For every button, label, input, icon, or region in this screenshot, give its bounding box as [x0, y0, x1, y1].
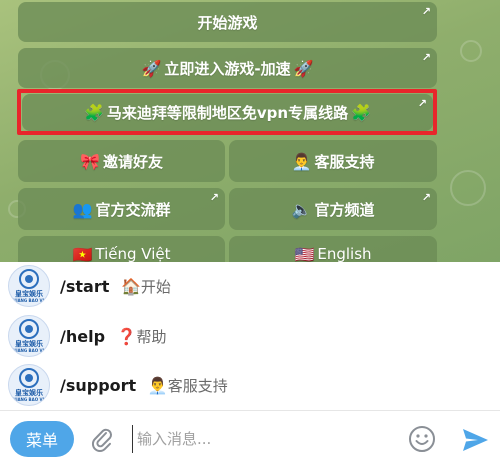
command-name: /help: [60, 326, 106, 346]
rocket-icon: 🚀: [293, 58, 314, 78]
command-text: /start 🏠开始: [60, 276, 171, 297]
command-text: /help ❓帮助: [60, 326, 167, 347]
message-input-bar: 菜单: [0, 410, 500, 468]
avatar-name: 皇宝娱乐: [15, 389, 43, 397]
send-icon[interactable]: [460, 425, 490, 455]
english-language-button[interactable]: 🇺🇸 English: [229, 236, 437, 262]
menu-button[interactable]: 菜单: [10, 421, 74, 457]
official-group-label: 官方交流群: [95, 200, 171, 219]
speaker-icon: 🔈: [291, 199, 312, 219]
enter-game-label: 立即进入游戏-加速: [164, 59, 291, 78]
command-item-support[interactable]: 皇宝娱乐 HUANG BAO VIP /support 👨‍💼客服支持: [0, 361, 500, 409]
people-icon: 👥: [72, 199, 93, 219]
external-link-icon: ↗: [421, 5, 431, 18]
background-doodle: [450, 170, 486, 206]
avatar-name: 皇宝娱乐: [15, 290, 43, 298]
command-description: 客服支持: [167, 376, 228, 395]
start-game-label: 开始游戏: [197, 13, 258, 32]
avatar: 皇宝娱乐 HUANG BAO VIP: [8, 364, 50, 406]
command-item-start[interactable]: 皇宝娱乐 HUANG BAO VIP /start 🏠开始: [0, 262, 500, 310]
english-label: English: [317, 245, 372, 262]
avatar: 皇宝娱乐 HUANG BAO VIP: [8, 265, 50, 307]
bot-logo-icon: [19, 368, 39, 388]
chat-background: 开始游戏 ↗ 🚀 立即进入游戏-加速 🚀 ↗ 🧩 马来迪拜等限制地区免vpn专属…: [0, 0, 500, 262]
enter-game-button[interactable]: 🚀 立即进入游戏-加速 🚀 ↗: [18, 48, 437, 88]
start-game-button[interactable]: 开始游戏 ↗: [18, 2, 437, 42]
attach-icon[interactable]: [88, 425, 116, 453]
bot-logo-icon: [19, 269, 39, 289]
command-description: 开始: [140, 277, 171, 296]
external-link-icon: ↗: [421, 51, 431, 64]
official-channel-label: 官方频道: [314, 200, 375, 219]
vietnamese-label: Tiếng Việt: [95, 245, 171, 262]
avatar-subtitle: HUANG BAO VIP: [10, 298, 48, 303]
external-link-icon: ↗: [209, 191, 219, 204]
avatar-subtitle: HUANG BAO VIP: [10, 348, 48, 353]
highlight-box: [17, 89, 437, 135]
bot-logo-icon: [19, 319, 39, 339]
customer-support-button[interactable]: 👨‍💼 客服支持: [229, 140, 437, 182]
vietnam-flag-icon: 🇻🇳: [72, 245, 93, 262]
official-channel-button[interactable]: 🔈 官方频道 ↗: [229, 188, 437, 230]
customer-support-label: 客服支持: [314, 152, 375, 171]
vietnamese-language-button[interactable]: 🇻🇳 Tiếng Việt: [18, 236, 225, 262]
rocket-icon: 🚀: [141, 58, 162, 78]
invite-friends-button[interactable]: 🎀 邀请好友: [18, 140, 225, 182]
ribbon-icon: 🎀: [80, 151, 100, 171]
question-mark-icon: ❓: [116, 326, 137, 346]
message-input[interactable]: [132, 425, 392, 453]
command-text: /support 👨‍💼客服支持: [60, 375, 228, 396]
background-doodle: [460, 40, 482, 62]
avatar-name: 皇宝娱乐: [15, 340, 43, 348]
command-item-help[interactable]: 皇宝娱乐 HUANG BAO VIP /help ❓帮助: [0, 312, 500, 360]
house-icon: 🏠: [120, 276, 141, 296]
command-description: 帮助: [136, 327, 167, 346]
bot-commands-panel: 皇宝娱乐 HUANG BAO VIP /start 🏠开始 皇宝娱乐 HUANG…: [0, 262, 500, 410]
support-agent-icon: 👨‍💼: [147, 375, 168, 395]
avatar: 皇宝娱乐 HUANG BAO VIP: [8, 315, 50, 357]
command-name: /start: [60, 276, 110, 296]
external-link-icon: ↗: [421, 191, 431, 204]
avatar-subtitle: HUANG BAO VIP: [10, 397, 48, 402]
usa-flag-icon: 🇺🇸: [294, 245, 315, 262]
support-agent-icon: 👨‍💼: [291, 151, 312, 171]
command-name: /support: [60, 375, 137, 395]
official-group-button[interactable]: 👥 官方交流群 ↗: [18, 188, 225, 230]
invite-friends-label: 邀请好友: [102, 152, 163, 171]
emoji-icon[interactable]: [408, 425, 436, 453]
